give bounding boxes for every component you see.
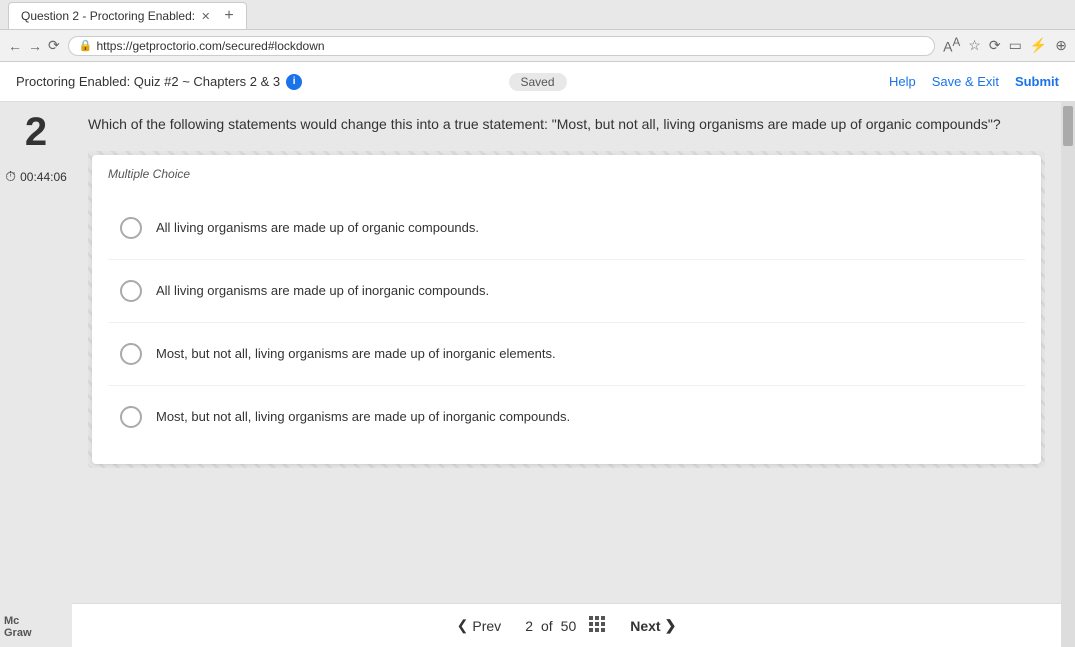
answer-type-label: Multiple Choice bbox=[108, 167, 1025, 181]
left-sidebar: 2 ⏱ 00:44:06 bbox=[0, 102, 72, 647]
page-separator: of bbox=[541, 618, 553, 634]
right-scrollbar[interactable] bbox=[1061, 102, 1075, 647]
address-bar[interactable]: 🔒 https://getproctorio.com/secured#lockd… bbox=[68, 36, 935, 56]
radio-c[interactable] bbox=[120, 343, 142, 365]
submit-link[interactable]: Submit bbox=[1015, 74, 1059, 89]
next-label: Next bbox=[630, 618, 660, 634]
header-left: Proctoring Enabled: Quiz #2 ~ Chapters 2… bbox=[16, 74, 302, 90]
option-c-text: Most, but not all, living organisms are … bbox=[156, 345, 556, 363]
browser-icon-4: ▭ bbox=[1009, 37, 1022, 54]
proctoring-title: Proctoring Enabled: Quiz #2 ~ Chapters 2… bbox=[16, 74, 280, 89]
prev-button[interactable]: ❮ Prev bbox=[457, 617, 502, 634]
browser-nav-buttons: ← → ⟳ bbox=[8, 37, 60, 54]
browser-icon-5: ⚡ bbox=[1030, 37, 1047, 54]
option-c[interactable]: Most, but not all, living organisms are … bbox=[108, 323, 1025, 386]
nav-footer: ❮ Prev 2 of 50 bbox=[72, 603, 1061, 647]
radio-d[interactable] bbox=[120, 406, 142, 428]
help-link[interactable]: Help bbox=[889, 74, 916, 89]
radio-a[interactable] bbox=[120, 217, 142, 239]
question-number: 2 bbox=[25, 112, 47, 152]
page-indicator: 2 of 50 bbox=[525, 615, 606, 636]
grid-menu-icon[interactable] bbox=[588, 615, 606, 636]
header-right: Help Save & Exit Submit bbox=[889, 74, 1059, 89]
forward-icon[interactable]: → bbox=[28, 38, 42, 54]
option-b-text: All living organisms are made up of inor… bbox=[156, 282, 489, 300]
timer-icon: ⏱ bbox=[5, 168, 16, 185]
scroll-thumb[interactable] bbox=[1063, 106, 1073, 146]
tab-close-icon[interactable]: ✕ bbox=[201, 10, 210, 23]
answer-card: Multiple Choice All living organisms are… bbox=[92, 155, 1041, 464]
main-content: Which of the following statements would … bbox=[72, 102, 1061, 647]
back-icon[interactable]: ← bbox=[8, 38, 22, 54]
active-tab[interactable]: Question 2 - Proctoring Enabled: ✕ + bbox=[8, 2, 247, 29]
option-b[interactable]: All living organisms are made up of inor… bbox=[108, 260, 1025, 323]
save-exit-link[interactable]: Save & Exit bbox=[932, 74, 999, 89]
option-d-text: Most, but not all, living organisms are … bbox=[156, 408, 570, 426]
radio-b[interactable] bbox=[120, 280, 142, 302]
prev-label: Prev bbox=[472, 618, 501, 634]
main-container: 2 ⏱ 00:44:06 Which of the following stat… bbox=[0, 102, 1075, 647]
tab-title: Question 2 - Proctoring Enabled: bbox=[21, 9, 195, 23]
browser-icon-2: ☆ bbox=[968, 37, 981, 54]
reload-icon[interactable]: ⟳ bbox=[48, 37, 60, 54]
url-text: https://getproctorio.com/secured#lockdow… bbox=[96, 39, 324, 53]
browser-icon-3: ⟳ bbox=[989, 37, 1001, 54]
browser-icon-6: ⊕ bbox=[1055, 37, 1067, 54]
answer-options: All living organisms are made up of orga… bbox=[108, 197, 1025, 448]
saved-label: Saved bbox=[520, 75, 554, 89]
prev-arrow-icon: ❮ bbox=[457, 617, 469, 634]
total-pages: 50 bbox=[561, 618, 577, 634]
option-d[interactable]: Most, but not all, living organisms are … bbox=[108, 386, 1025, 448]
timer-value: 00:44:06 bbox=[20, 170, 67, 184]
browser-icon-1: AA bbox=[943, 36, 960, 55]
info-icon[interactable]: i bbox=[286, 74, 302, 90]
lock-icon: 🔒 bbox=[79, 39, 93, 52]
question-text: Which of the following statements would … bbox=[88, 114, 1045, 135]
timer-display: ⏱ 00:44:06 bbox=[5, 168, 67, 185]
current-page: 2 bbox=[525, 618, 533, 634]
question-answer-area: Which of the following statements would … bbox=[72, 102, 1061, 603]
app-header: Proctoring Enabled: Quiz #2 ~ Chapters 2… bbox=[0, 62, 1075, 102]
next-button[interactable]: Next ❯ bbox=[630, 617, 676, 634]
tab-add-icon[interactable]: + bbox=[224, 7, 233, 25]
option-a-text: All living organisms are made up of orga… bbox=[156, 219, 479, 237]
answer-card-background: Multiple Choice All living organisms are… bbox=[88, 151, 1045, 468]
mcgraw-logo: Mc Graw bbox=[4, 615, 32, 639]
browser-address-bar-row: ← → ⟳ 🔒 https://getproctorio.com/secured… bbox=[0, 30, 1075, 62]
option-a[interactable]: All living organisms are made up of orga… bbox=[108, 197, 1025, 260]
browser-tab-bar: Question 2 - Proctoring Enabled: ✕ + bbox=[0, 0, 1075, 30]
next-arrow-icon: ❯ bbox=[665, 617, 677, 634]
saved-badge-wrapper: Saved bbox=[508, 73, 566, 91]
